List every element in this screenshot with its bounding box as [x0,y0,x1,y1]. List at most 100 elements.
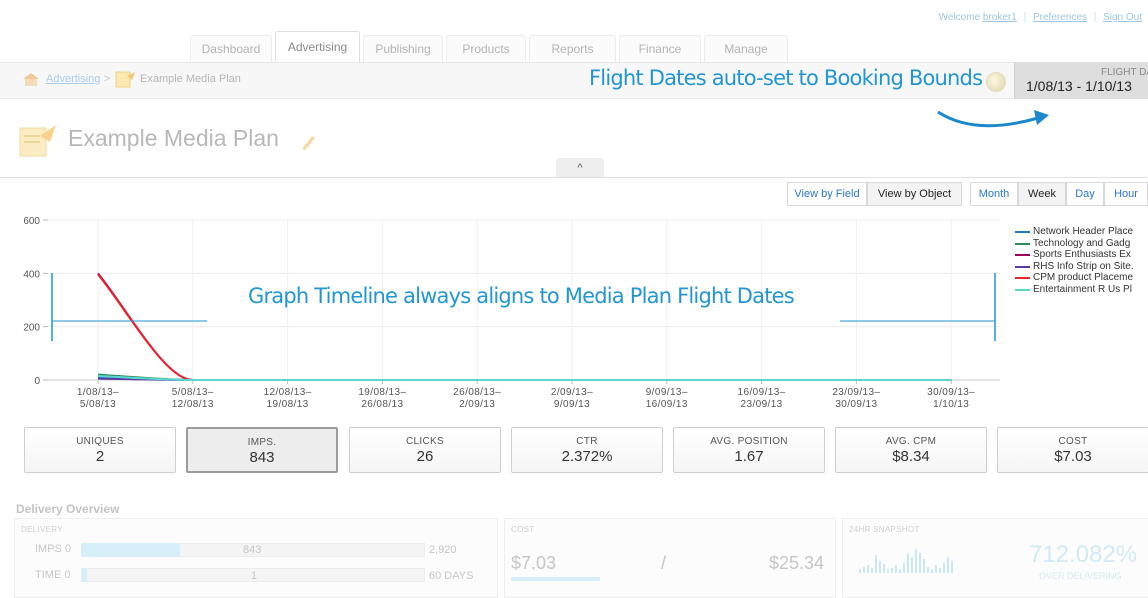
time-current: 1 [251,570,258,582]
snapshot-panel: 24HR SNAPSHOT 712.082% OVER DELIVERING [842,518,1148,598]
tab-finance[interactable]: Finance [619,35,701,62]
metric-card-imps[interactable]: IMPS. 843 [186,427,338,473]
x-tick-label: 16/09/13 [646,399,688,410]
metric-card-cost[interactable]: COST $7.03 [997,427,1148,473]
legend-label: RHS Info Strip on Site. [1033,260,1134,272]
time-label: TIME 0 [35,569,71,581]
tab-manage[interactable]: Manage [704,35,788,62]
metric-label: IMPS. [247,437,277,448]
y-tick-label: 0 [34,376,40,387]
day-button[interactable]: Day [1066,182,1104,206]
view-by-object-button[interactable]: View by Object [867,182,962,206]
metric-card-clicks[interactable]: CLICKS 26 [349,427,501,473]
time-max: 60 DAYS [429,570,474,582]
divider [0,177,1148,178]
legend-swatch [1015,265,1030,268]
flight-dates-annotation: Flight Dates auto-set to Booking Bounds [589,66,983,90]
clock-icon [986,72,1006,92]
metric-value: $7.03 [1054,448,1092,465]
home-icon [23,73,39,86]
metric-value: 2.372% [561,448,613,465]
x-tick-label: 23/09/13 [741,399,783,410]
hour-button[interactable]: Hour [1104,182,1148,206]
legend-label: Network Header Place [1033,226,1134,237]
week-button[interactable]: Week [1018,182,1066,206]
legend-swatch [1015,254,1030,257]
panel-label: COST [511,525,535,534]
y-tick-label: 200 [23,323,40,334]
welcome-text: Welcome [938,12,981,23]
delivery-overview-title: Delivery Overview [16,502,120,516]
flight-dates-label: FLIGHT DATES [1101,67,1148,78]
metric-label: UNIQUES [76,436,124,447]
sign-out-link[interactable]: Sign Out [1103,12,1142,23]
legend-swatch [1015,231,1030,233]
breadcrumb-advertising-link[interactable]: Advertising [46,73,100,85]
y-tick-label: 400 [23,269,40,280]
x-tick-label: 9/09/13 [554,399,590,410]
legend-item[interactable]: Network Header Place [1015,226,1134,238]
metric-value: 2 [95,448,105,465]
x-tick-label: 26/08/13– [453,387,501,398]
legend-swatch [1015,277,1030,280]
media-plan-icon [19,125,56,157]
timeline-annotation: Graph Timeline always aligns to Media Pl… [248,284,795,308]
divider: | [1023,12,1027,23]
tab-dashboard[interactable]: Dashboard [190,35,272,62]
metric-value: 1.67 [734,448,764,465]
x-tick-label: 2/09/13– [551,387,593,398]
x-tick-label: 23/09/13– [832,387,880,398]
preferences-link[interactable]: Preferences [1033,12,1087,23]
legend-item[interactable]: Entertainment R Us Pl [1015,284,1134,296]
legend-item[interactable]: RHS Info Strip on Site. [1015,261,1134,273]
edit-icon[interactable] [299,133,317,151]
page-title: Example Media Plan [68,125,279,151]
username-link[interactable]: broker1 [983,12,1017,23]
x-tick-label: 30/09/13– [927,387,975,398]
tab-advertising[interactable]: Advertising [275,31,360,63]
metric-card-avg-cpm[interactable]: AVG. CPM $8.34 [835,427,987,473]
cost-panel: COST $7.03 / $25.34 [504,518,836,598]
metric-card-avg-position[interactable]: AVG. POSITION 1.67 [673,427,825,473]
legend-swatch [1015,288,1030,291]
cost-budget: $25.34 [769,553,825,573]
media-plan-icon [115,71,135,88]
imps-max: 2,920 [429,544,457,556]
x-tick-label: 19/08/13 [267,399,309,410]
metric-card-ctr[interactable]: CTR 2.372% [511,427,663,473]
legend-item[interactable]: Technology and Gadg [1015,238,1134,250]
x-tick-label: 30/09/13 [835,399,877,410]
cost-spent: $7.03 [511,553,557,573]
legend-swatch [1015,242,1030,245]
tab-reports[interactable]: Reports [529,35,616,62]
delivery-chart: 0200400600 1/08/13–5/08/135/08/13–12/08/… [23,216,1000,410]
flight-dates-range: 1/08/13 - 1/10/13 [1026,78,1132,94]
y-tick-label: 600 [23,216,40,227]
curved-arrow-icon [937,110,1049,128]
tab-products[interactable]: Products [446,35,526,62]
time-progress-fill [81,568,87,582]
month-button[interactable]: Month [970,182,1018,206]
legend-item[interactable]: Sports Enthusiasts Ex [1015,249,1134,261]
metric-value: $8.34 [892,448,930,465]
breadcrumb-current: Example Media Plan [140,73,241,85]
metric-label: AVG. POSITION [710,436,788,447]
imps-current: 843 [243,544,262,556]
welcome-bar: Welcome broker1 | Preferences | Sign Out [939,12,1142,23]
snapshot-status: OVER DELIVERING [1039,571,1122,581]
collapse-toggle[interactable]: ^ [556,158,604,178]
x-tick-label: 12/08/13 [172,399,214,410]
x-tick-label: 26/08/13 [361,399,403,410]
view-by-field-button[interactable]: View by Field [787,182,867,206]
metric-label: COST [1058,436,1088,447]
metric-value: 843 [249,449,275,466]
metric-card-uniques[interactable]: UNIQUES 2 [24,427,176,473]
legend-item[interactable]: CPM product Placeme [1015,272,1134,284]
tab-publishing[interactable]: Publishing [363,35,443,62]
legend-label: CPM product Placeme [1033,272,1134,284]
legend-label: Technology and Gadg [1033,237,1131,249]
legend-label: Sports Enthusiasts Ex [1033,249,1131,261]
panel-label: DELIVERY [21,525,63,534]
x-tick-label: 5/08/13 [80,399,116,410]
sparkline-chart-icon [859,549,953,573]
